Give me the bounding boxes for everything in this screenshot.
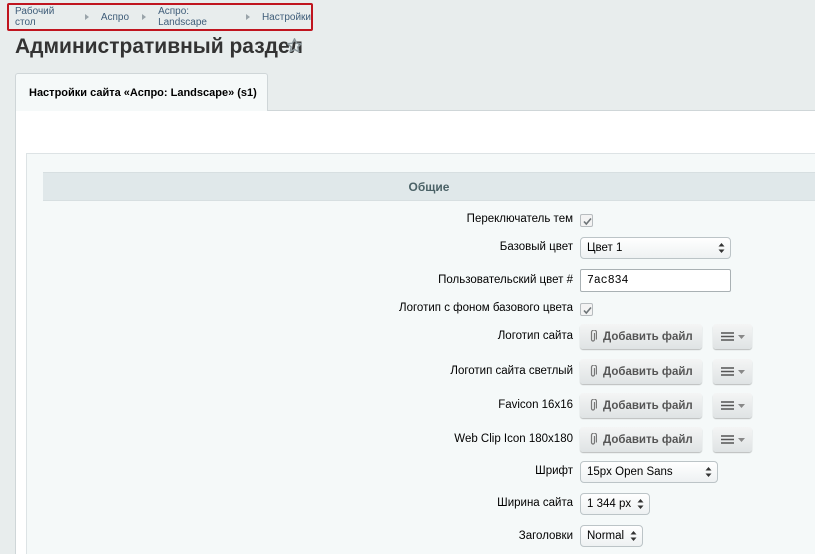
- breadcrumb-item-aspro[interactable]: Аспро: [101, 12, 129, 23]
- paperclip-icon: [590, 330, 597, 342]
- settings-panel: [26, 153, 815, 554]
- menu-icon: [720, 401, 734, 410]
- custom-color-input[interactable]: 7ac834: [580, 269, 731, 292]
- custom-color-label: Пользовательский цвет #: [438, 274, 573, 286]
- site-width-select[interactable]: 1 344 px: [580, 493, 650, 515]
- tab-site-settings[interactable]: Настройки сайта «Аспро: Landscape» (s1): [15, 73, 268, 111]
- select-arrows-icon: [705, 467, 712, 477]
- breadcrumb-separator-icon: [84, 14, 89, 20]
- headings-value: Normal: [587, 530, 625, 542]
- web-clip-icon-add-file-button[interactable]: Добавить файл: [580, 427, 702, 452]
- breadcrumb-item-aspro-landscape[interactable]: Аспро: Landscape: [158, 6, 233, 28]
- add-file-label: Добавить файл: [603, 399, 693, 412]
- caret-down-icon: [737, 403, 745, 408]
- base-color-select[interactable]: Цвет 1: [580, 237, 731, 259]
- checkmark-icon: [583, 217, 592, 226]
- star-icon[interactable]: [286, 37, 303, 54]
- breadcrumb-item-settings[interactable]: Настройки: [262, 12, 311, 23]
- select-arrows-icon: [637, 499, 644, 509]
- base-color-value: Цвет 1: [587, 242, 623, 254]
- logo-light-menu-button[interactable]: [713, 359, 752, 384]
- logo-light-add-file-button[interactable]: Добавить файл: [580, 359, 702, 384]
- theme-switcher-label: Переключатель тем: [466, 213, 573, 225]
- favicon-label: Favicon 16x16: [498, 399, 573, 411]
- add-file-label: Добавить файл: [603, 433, 693, 446]
- breadcrumb-item-desktop[interactable]: Рабочий стол: [15, 6, 72, 28]
- menu-icon: [720, 367, 734, 376]
- section-header-general: Общие: [43, 172, 815, 201]
- add-file-label: Добавить файл: [603, 330, 693, 343]
- web-clip-icon-label: Web Clip Icon 180x180: [454, 433, 573, 445]
- breadcrumb-separator-icon: [142, 14, 147, 20]
- menu-icon: [720, 435, 734, 444]
- headings-label: Заголовки: [518, 530, 573, 542]
- font-value: 15px Open Sans: [587, 466, 673, 478]
- caret-down-icon: [737, 334, 745, 339]
- favicon-menu-button[interactable]: [713, 393, 752, 418]
- font-select[interactable]: 15px Open Sans: [580, 461, 718, 483]
- add-file-label: Добавить файл: [603, 365, 693, 378]
- logo-bg-label: Логотип с фоном базового цвета: [399, 302, 573, 314]
- logo-bg-checkbox[interactable]: [580, 303, 593, 316]
- paperclip-icon: [590, 433, 597, 445]
- select-arrows-icon: [630, 531, 637, 541]
- logo-menu-button[interactable]: [713, 324, 752, 349]
- caret-down-icon: [737, 437, 745, 442]
- menu-icon: [720, 332, 734, 341]
- logo-light-label: Логотип сайта светлый: [450, 365, 573, 377]
- breadcrumb: Рабочий стол Аспро Аспро: Landscape Наст…: [7, 3, 313, 31]
- paperclip-icon: [590, 399, 597, 411]
- site-width-value: 1 344 px: [587, 498, 632, 510]
- theme-switcher-checkbox[interactable]: [580, 214, 593, 227]
- page-title: Административный раздел: [15, 35, 304, 58]
- paperclip-icon: [590, 365, 597, 377]
- base-color-label: Базовый цвет: [499, 241, 573, 253]
- checkmark-icon: [583, 306, 592, 315]
- logo-add-file-button[interactable]: Добавить файл: [580, 324, 702, 349]
- site-width-label: Ширина сайта: [497, 497, 573, 509]
- breadcrumb-separator-icon: [245, 14, 250, 20]
- favicon-add-file-button[interactable]: Добавить файл: [580, 393, 702, 418]
- web-clip-icon-menu-button[interactable]: [713, 427, 752, 452]
- headings-select[interactable]: Normal: [580, 525, 643, 547]
- logo-label: Логотип сайта: [497, 330, 573, 342]
- select-arrows-icon: [718, 243, 725, 253]
- caret-down-icon: [737, 369, 745, 374]
- font-label: Шрифт: [535, 465, 573, 477]
